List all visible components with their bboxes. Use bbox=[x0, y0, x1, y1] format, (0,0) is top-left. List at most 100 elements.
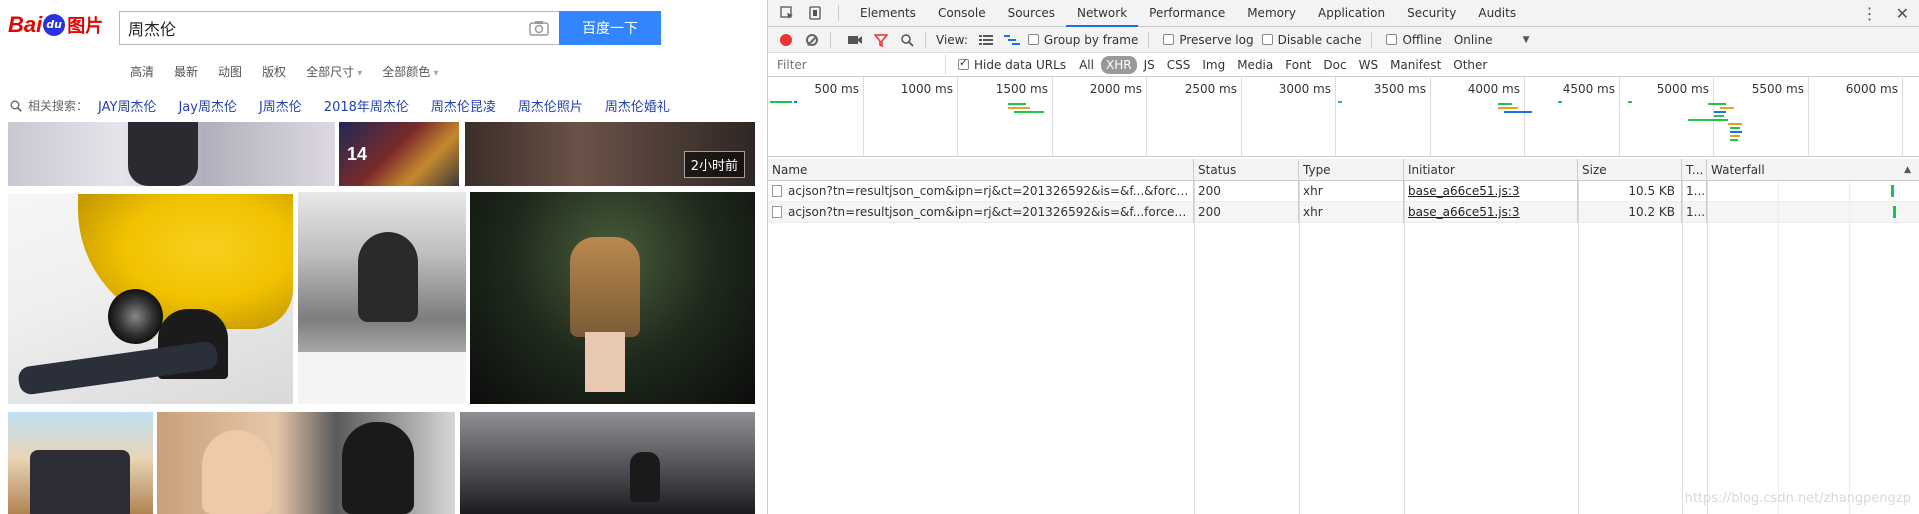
table-row[interactable]: acjson?tn=resultjson_com&ipn=rj&ct=20132… bbox=[768, 181, 1919, 202]
related-link[interactable]: Jay周杰伦 bbox=[178, 96, 237, 115]
related-link[interactable]: J周杰伦 bbox=[259, 96, 302, 115]
row-initiator-link[interactable]: base_a66ce51.js:3 bbox=[1404, 202, 1578, 223]
column-initiator[interactable]: Initiator bbox=[1404, 159, 1578, 181]
hide-data-urls-checkbox[interactable]: Hide data URLs bbox=[958, 56, 1066, 72]
tab-console[interactable]: Console bbox=[927, 0, 997, 27]
devtools-panel: Elements Console Sources Network Perform… bbox=[768, 0, 1919, 514]
image-result[interactable] bbox=[8, 412, 153, 514]
related-link[interactable]: JAY周杰伦 bbox=[98, 96, 156, 115]
filter-type-other[interactable]: Other bbox=[1448, 56, 1492, 74]
related-link[interactable]: 2018年周杰伦 bbox=[324, 96, 409, 115]
tab-security[interactable]: Security bbox=[1396, 0, 1467, 27]
row-name-text: acjson?tn=resultjson_com&ipn=rj&ct=20132… bbox=[788, 184, 1194, 198]
related-link[interactable]: 周杰伦照片 bbox=[518, 96, 583, 115]
tab-network[interactable]: Network bbox=[1066, 0, 1139, 27]
network-overview-timeline[interactable]: 500 ms 1000 ms 1500 ms 2000 ms 2500 ms 3000 m… bbox=[768, 77, 1919, 157]
filter-type-doc[interactable]: Doc bbox=[1318, 56, 1351, 74]
checkbox-box bbox=[1386, 34, 1398, 45]
filter-type-all[interactable]: All bbox=[1074, 56, 1099, 74]
filter-color-dropdown[interactable]: 全部颜色 bbox=[382, 63, 438, 80]
inspect-element-icon[interactable] bbox=[778, 4, 796, 22]
filter-type-css[interactable]: CSS bbox=[1162, 56, 1196, 74]
row-initiator-link[interactable]: base_a66ce51.js:3 bbox=[1404, 181, 1578, 202]
more-options-icon[interactable]: ⋮ bbox=[1862, 4, 1878, 23]
column-status[interactable]: Status bbox=[1194, 159, 1299, 181]
filter-hd[interactable]: 高清 bbox=[130, 63, 154, 80]
search-icon[interactable] bbox=[899, 32, 915, 48]
tab-audits[interactable]: Audits bbox=[1467, 0, 1527, 27]
tab-memory[interactable]: Memory bbox=[1236, 0, 1307, 27]
timeline-gridline bbox=[1902, 77, 1903, 156]
column-divider bbox=[1707, 181, 1708, 514]
group-by-frame-checkbox[interactable]: Group by frame bbox=[1027, 33, 1138, 47]
timeline-label: 3000 ms bbox=[1278, 82, 1331, 96]
filter-size-dropdown[interactable]: 全部尺寸 bbox=[306, 63, 362, 80]
record-button[interactable] bbox=[778, 32, 794, 48]
image-result[interactable] bbox=[298, 192, 466, 404]
tabbar-right-controls: ⋮ ✕ bbox=[1862, 4, 1909, 23]
tab-performance[interactable]: Performance bbox=[1138, 0, 1236, 27]
search-icon bbox=[10, 100, 22, 112]
related-link[interactable]: 周杰伦婚礼 bbox=[605, 96, 670, 115]
preserve-log-checkbox[interactable]: Preserve log bbox=[1163, 33, 1254, 47]
device-toolbar-icon[interactable] bbox=[806, 4, 824, 22]
filter-type-ws[interactable]: WS bbox=[1354, 56, 1383, 74]
timeline-label: 500 ms bbox=[814, 82, 859, 96]
related-link[interactable]: 周杰伦昆凌 bbox=[431, 96, 496, 115]
tabbar-separator bbox=[838, 5, 839, 21]
tab-sources[interactable]: Sources bbox=[997, 0, 1066, 27]
timeline-label: 1000 ms bbox=[900, 82, 953, 96]
overview-icon[interactable] bbox=[1003, 32, 1020, 48]
image-result[interactable]: 14 bbox=[339, 122, 459, 186]
filter-type-media[interactable]: Media bbox=[1232, 56, 1278, 74]
column-time[interactable]: T... bbox=[1682, 159, 1707, 181]
image-result[interactable] bbox=[157, 412, 455, 514]
filter-type-js[interactable]: JS bbox=[1139, 56, 1160, 74]
image-result[interactable]: 2小时前 bbox=[465, 122, 755, 186]
search-button[interactable]: 百度一下 bbox=[559, 11, 661, 45]
filter-type-manifest[interactable]: Manifest bbox=[1385, 56, 1446, 74]
column-waterfall[interactable]: Waterfall ▲ bbox=[1707, 159, 1919, 181]
row-size: 10.2 KB bbox=[1578, 202, 1682, 223]
column-name[interactable]: Name bbox=[768, 159, 1194, 181]
record-icon bbox=[780, 33, 792, 46]
image-result[interactable] bbox=[460, 412, 755, 514]
filter-copyright[interactable]: 版权 bbox=[262, 63, 286, 80]
image-result[interactable] bbox=[8, 122, 335, 186]
offline-checkbox[interactable]: Offline bbox=[1386, 32, 1442, 47]
timeline-request-bar bbox=[1714, 111, 1726, 113]
search-input[interactable] bbox=[120, 12, 520, 44]
filter-input[interactable] bbox=[771, 54, 946, 75]
file-icon bbox=[772, 185, 782, 197]
view-label: View: bbox=[936, 32, 968, 47]
row-name: acjson?tn=resultjson_com&ipn=rj&ct=20132… bbox=[768, 202, 1194, 223]
filter-icon[interactable] bbox=[873, 32, 889, 48]
throttle-select[interactable]: Online ▼ bbox=[1454, 33, 1530, 47]
image-performer bbox=[570, 237, 640, 337]
close-icon[interactable]: ✕ bbox=[1896, 4, 1909, 23]
filter-latest[interactable]: 最新 bbox=[174, 63, 198, 80]
tab-elements[interactable]: Elements bbox=[849, 0, 927, 27]
camera-icon[interactable] bbox=[529, 20, 549, 36]
large-rows-icon[interactable] bbox=[978, 32, 994, 48]
timeline-gridline bbox=[1241, 77, 1242, 156]
baidu-logo[interactable]: Bai 图片 bbox=[8, 10, 103, 40]
image-result[interactable] bbox=[8, 194, 293, 404]
clear-button[interactable] bbox=[804, 32, 820, 48]
column-size[interactable]: Size bbox=[1578, 159, 1682, 181]
table-row[interactable]: acjson?tn=resultjson_com&ipn=rj&ct=20132… bbox=[768, 202, 1919, 223]
disable-cache-checkbox[interactable]: Disable cache bbox=[1261, 33, 1361, 47]
timeline-request-bar bbox=[794, 101, 797, 103]
row-type: xhr bbox=[1299, 202, 1404, 223]
tab-application[interactable]: Application bbox=[1307, 0, 1396, 27]
filter-type-img[interactable]: Img bbox=[1197, 56, 1230, 74]
offline-label: Offline bbox=[1402, 32, 1442, 47]
toolbar-separator bbox=[1148, 31, 1150, 48]
filter-type-xhr[interactable]: XHR bbox=[1100, 55, 1137, 74]
filter-gif[interactable]: 动图 bbox=[218, 63, 242, 80]
logo-tupian: 图片 bbox=[67, 16, 104, 37]
capture-screenshots-icon[interactable] bbox=[847, 32, 863, 48]
filter-type-font[interactable]: Font bbox=[1280, 56, 1316, 74]
image-result[interactable] bbox=[470, 192, 755, 404]
column-type[interactable]: Type bbox=[1299, 159, 1404, 181]
